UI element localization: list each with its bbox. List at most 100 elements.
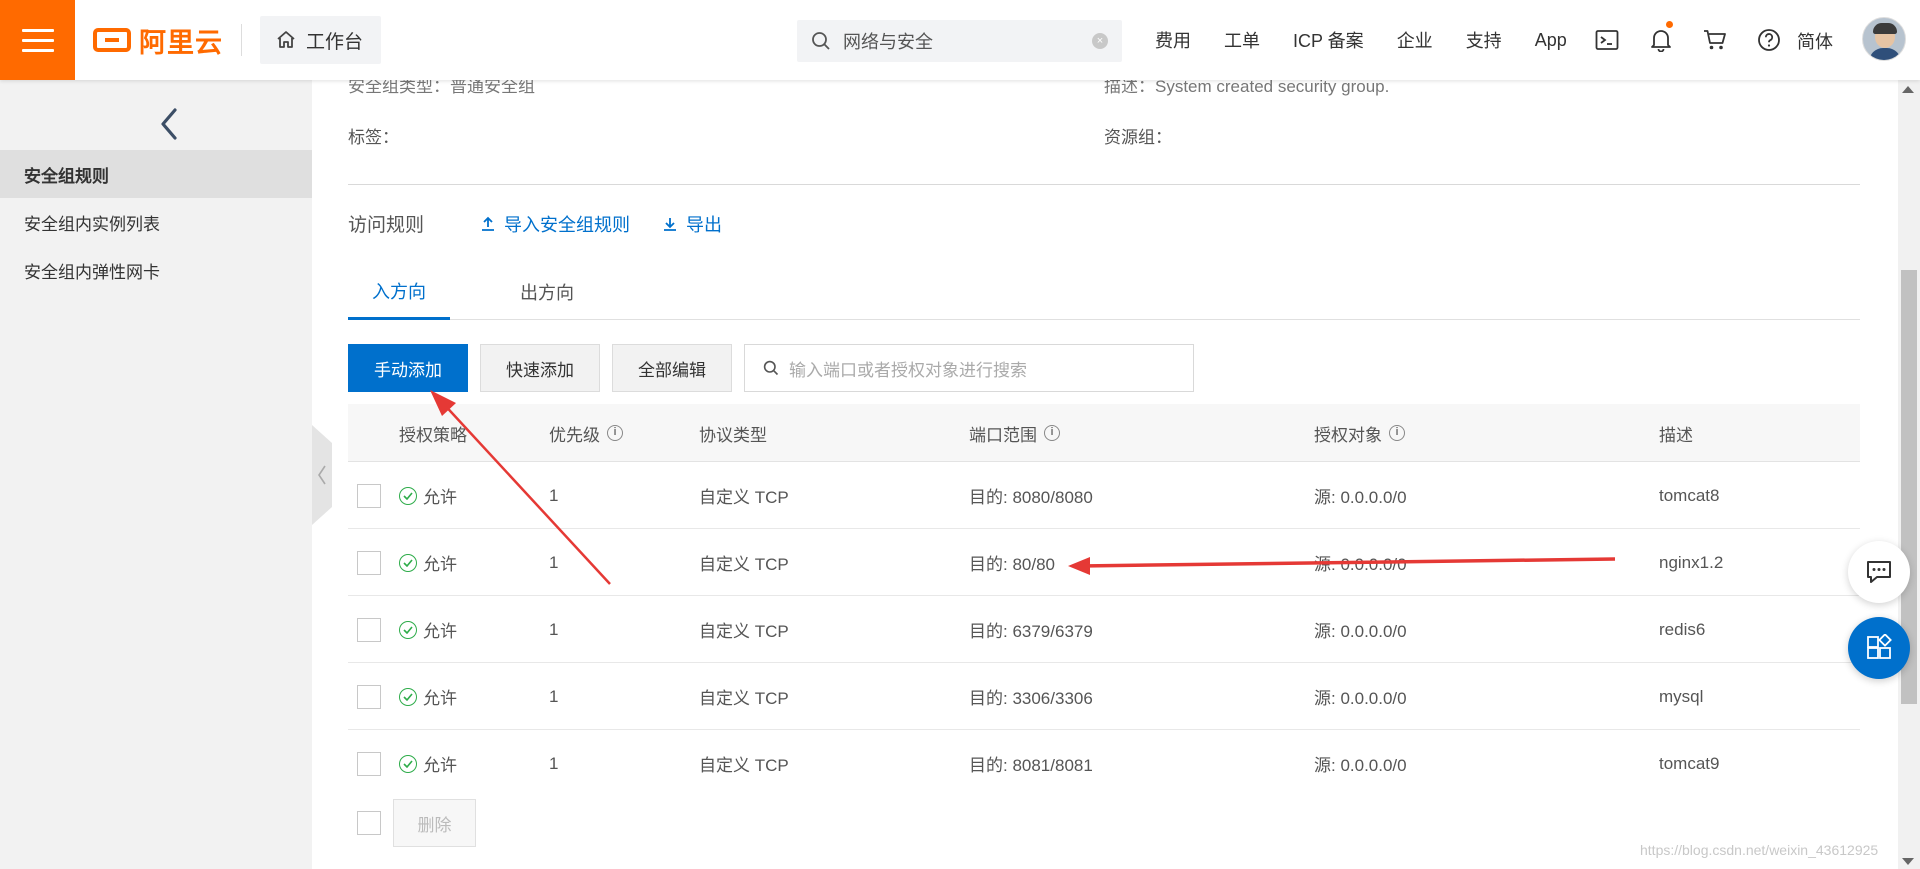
check-circle-icon — [399, 687, 417, 706]
col-source-label: 授权对象 — [1314, 425, 1382, 445]
manual-add-button[interactable]: 手动添加 — [348, 344, 468, 392]
sidebar: 安全组规则 安全组内实例列表 安全组内弹性网卡 — [0, 80, 312, 869]
source-cell: 源: 0.0.0.0/0 — [1314, 689, 1407, 708]
edit-all-button[interactable]: 全部编辑 — [612, 344, 732, 392]
nav-enterprise[interactable]: 企业 — [1397, 27, 1433, 53]
access-rules-title: 访问规则 — [348, 215, 425, 236]
menu-bar-icon — [21, 28, 54, 32]
import-rules-link[interactable]: 导入安全组规则 — [480, 211, 630, 237]
source-cell: 源: 0.0.0.0/0 — [1314, 488, 1407, 507]
clear-search-icon[interactable]: × — [1092, 33, 1108, 49]
col-port-range: 端口范围 i — [969, 404, 1060, 462]
row-checkbox[interactable] — [357, 752, 381, 776]
policy-cell: 允许 — [399, 529, 457, 596]
hamburger-menu-button[interactable] — [0, 0, 75, 80]
sidebar-item-security-group-rules[interactable]: 安全组规则 — [0, 150, 312, 198]
table-header: 授权策略 优先级 i 协议类型 端口范围 i 授权对象 i 描述 — [348, 404, 1860, 462]
info-icon[interactable]: i — [607, 425, 623, 441]
chevron-left-icon — [161, 108, 177, 140]
help-icon — [1758, 29, 1780, 51]
delete-button[interactable]: 删除 — [393, 799, 476, 847]
col-priority: 优先级 i — [549, 404, 623, 462]
notification-dot — [1666, 21, 1673, 28]
scroll-down-icon[interactable] — [1902, 858, 1914, 865]
upload-icon — [482, 216, 494, 231]
menu-bar-icon — [21, 48, 54, 52]
col-priority-label: 优先级 — [549, 425, 600, 445]
priority-cell: 1 — [549, 753, 559, 773]
sidebar-item-instance-list[interactable]: 安全组内实例列表 — [0, 198, 312, 246]
port-cell: 目的: 8080/8080 — [969, 488, 1093, 507]
col-policy-label: 授权策略 — [399, 425, 467, 445]
download-icon — [664, 218, 676, 231]
policy-cell: 允许 — [399, 596, 457, 663]
info-icon[interactable]: i — [1044, 425, 1060, 441]
row-checkbox[interactable] — [357, 484, 381, 508]
nav-tickets[interactable]: 工单 — [1224, 27, 1260, 53]
notification-button[interactable] — [1634, 0, 1688, 80]
global-search-input[interactable]: 网络与安全 × — [797, 20, 1122, 62]
vertical-scrollbar[interactable] — [1898, 80, 1920, 869]
scroll-up-icon[interactable] — [1902, 86, 1914, 93]
workbench-button[interactable]: 工作台 — [260, 16, 382, 64]
nav-support[interactable]: 支持 — [1466, 27, 1502, 53]
select-all-checkbox[interactable] — [357, 811, 381, 835]
row-checkbox[interactable] — [357, 618, 381, 642]
export-link[interactable]: 导出 — [662, 211, 722, 237]
export-label: 导出 — [686, 215, 722, 235]
nav-icp[interactable]: ICP 备案 — [1293, 27, 1364, 53]
port-cell: 目的: 8081/8081 — [969, 756, 1093, 775]
logo-text: 阿里云 — [139, 27, 223, 58]
home-icon — [277, 31, 295, 48]
priority-cell: 1 — [549, 552, 559, 572]
quick-add-button[interactable]: 快速添加 — [480, 344, 600, 392]
avatar[interactable] — [1862, 17, 1906, 61]
search-icon — [763, 360, 779, 376]
apps-grid-icon — [1867, 634, 1892, 659]
check-circle-icon — [399, 754, 417, 773]
import-rules-label: 导入安全组规则 — [504, 215, 630, 235]
port-cell: 目的: 3306/3306 — [969, 689, 1093, 708]
section-divider — [348, 184, 1860, 185]
terminal-button[interactable] — [1580, 0, 1634, 80]
language-switch[interactable]: 简体 — [1797, 28, 1833, 54]
rule-search-input[interactable]: 输入端口或者授权对象进行搜索 — [744, 344, 1194, 392]
menu-bar-icon — [21, 38, 54, 42]
cart-button[interactable] — [1688, 0, 1742, 80]
chat-icon — [1867, 561, 1891, 583]
global-search-value: 网络与安全 — [843, 32, 933, 52]
check-circle-icon — [399, 486, 417, 505]
description-cell: tomcat8 — [1659, 485, 1720, 505]
nav-fees[interactable]: 费用 — [1155, 27, 1191, 53]
apps-float-button[interactable] — [1848, 617, 1910, 679]
help-button[interactable] — [1742, 0, 1796, 80]
sg-resource-group-label: 资源组： — [1104, 128, 1172, 147]
sg-tags-label: 标签： — [348, 128, 399, 147]
priority-cell: 1 — [549, 686, 559, 706]
protocol-cell: 自定义 TCP — [699, 756, 789, 775]
cart-icon — [1704, 30, 1726, 50]
sidebar-item-eni-list[interactable]: 安全组内弹性网卡 — [0, 246, 312, 294]
col-description-label: 描述 — [1659, 425, 1693, 445]
table-row: 允许 1 自定义 TCP 目的: 80/80 源: 0.0.0.0/0 ngin… — [348, 529, 1860, 596]
back-button[interactable] — [154, 94, 184, 154]
chat-float-button[interactable] — [1848, 541, 1910, 603]
protocol-cell: 自定义 TCP — [699, 689, 789, 708]
tab-inbound[interactable]: 入方向 — [348, 264, 450, 320]
table-row: 允许 1 自定义 TCP 目的: 3306/3306 源: 0.0.0.0/0 … — [348, 663, 1860, 730]
row-checkbox[interactable] — [357, 551, 381, 575]
nav-app[interactable]: App — [1535, 30, 1567, 51]
check-circle-icon — [399, 553, 417, 572]
info-icon[interactable]: i — [1389, 425, 1405, 441]
col-protocol-label: 协议类型 — [699, 425, 767, 445]
row-checkbox[interactable] — [357, 685, 381, 709]
table-row: 允许 1 自定义 TCP 目的: 8081/8081 源: 0.0.0.0/0 … — [348, 730, 1860, 780]
direction-tabs: 入方向 出方向 — [348, 264, 1860, 320]
search-icon — [812, 32, 830, 50]
tab-outbound[interactable]: 出方向 — [476, 264, 618, 320]
port-cell: 目的: 80/80 — [969, 555, 1055, 574]
priority-cell: 1 — [549, 485, 559, 505]
aliyun-logo[interactable]: 阿里云 — [93, 0, 223, 80]
header-divider — [241, 24, 242, 56]
description-cell: redis6 — [1659, 619, 1706, 639]
